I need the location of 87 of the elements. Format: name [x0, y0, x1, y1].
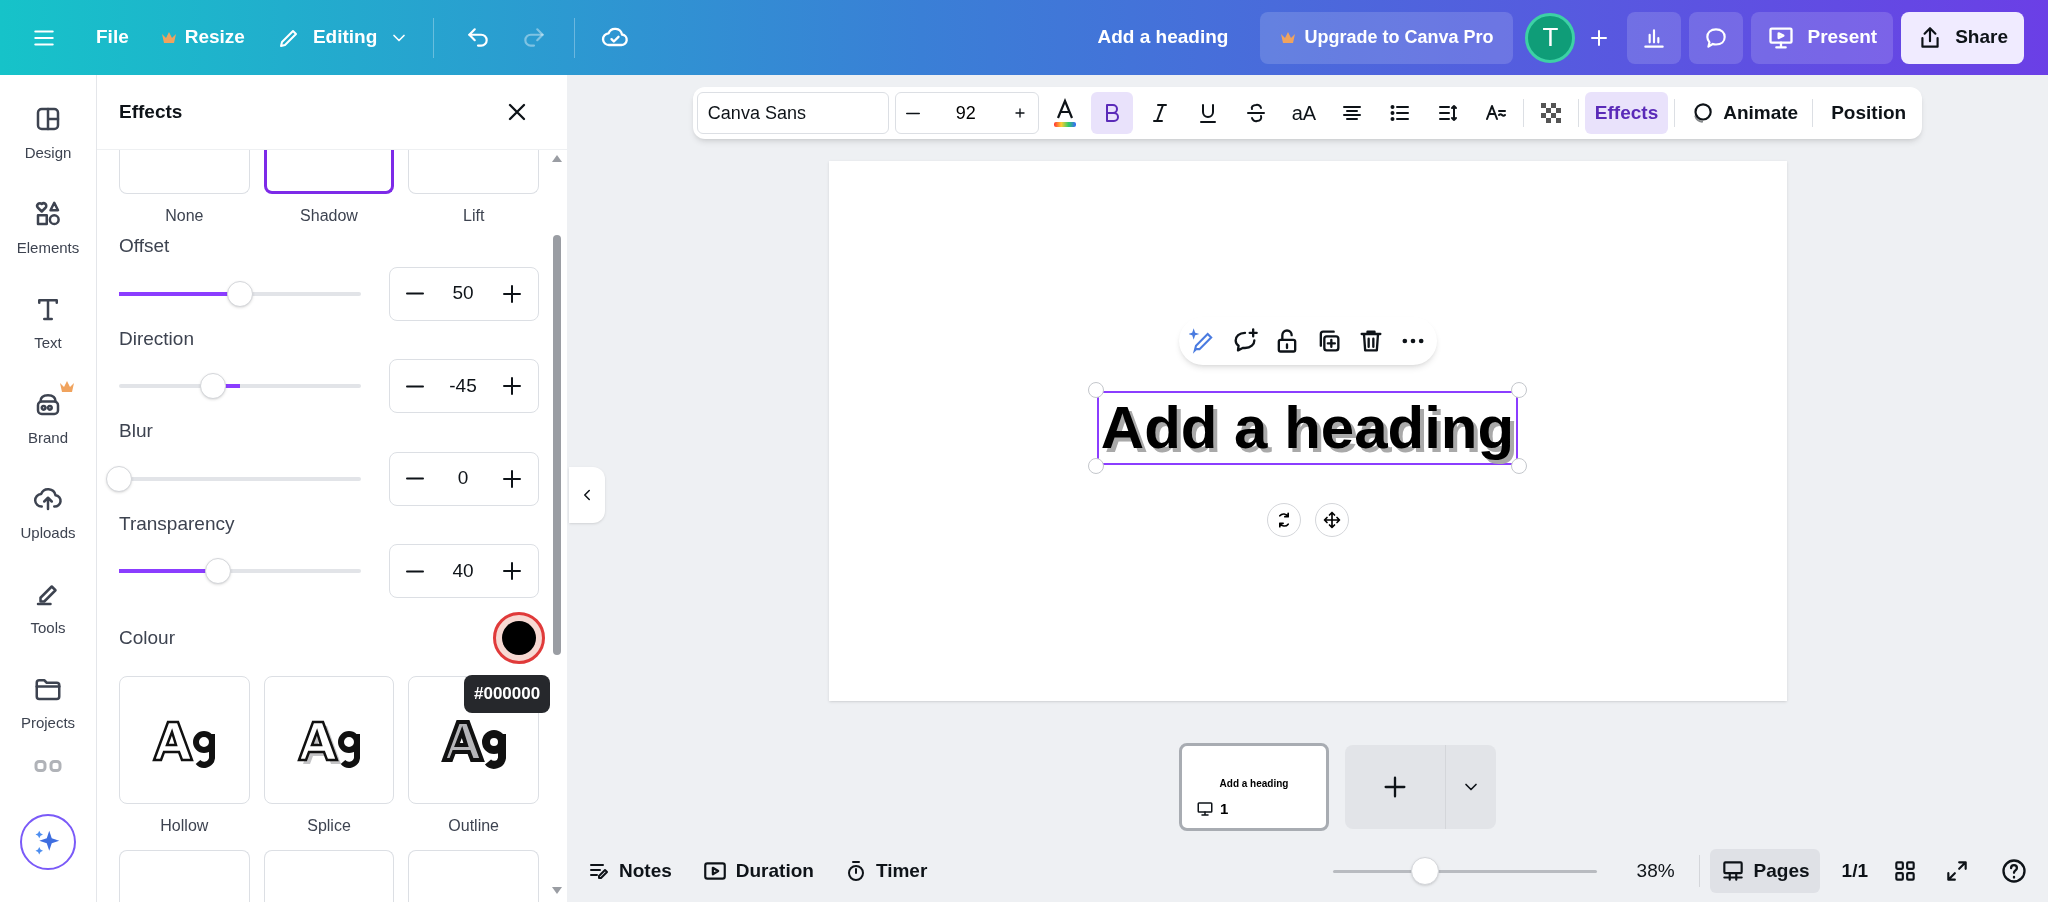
move-icon [1321, 510, 1342, 530]
resize-handle[interactable] [1087, 382, 1104, 398]
slider-label: Blur [119, 419, 153, 443]
resize-handle[interactable] [1511, 458, 1528, 474]
duration-button[interactable]: Duration [701, 856, 814, 886]
sidebar-item[interactable]: Elements [3, 182, 93, 277]
style-label: Outline [448, 816, 499, 836]
expand-icon [1944, 858, 1970, 884]
sidebar-item[interactable]: Tools [3, 562, 93, 657]
crown-icon [160, 30, 177, 45]
help-icon [2000, 857, 2028, 885]
panel-title: Effects [119, 99, 183, 124]
slider-thumb[interactable] [106, 465, 132, 492]
crown-icon [1280, 30, 1297, 45]
grid-view-button[interactable] [1892, 858, 1918, 884]
minus-icon [404, 569, 426, 573]
document-title[interactable]: Add a heading [1097, 23, 1229, 52]
minus-icon [404, 384, 426, 388]
pages-button[interactable]: Pages [1709, 849, 1820, 893]
resize-handle[interactable] [1511, 382, 1528, 398]
scroll-down-icon[interactable] [551, 886, 563, 896]
stepper-value: -45 [449, 373, 477, 398]
sidebar-item[interactable]: Design [3, 87, 93, 182]
format-button[interactable] [1090, 92, 1133, 134]
grid-icon [1892, 858, 1918, 884]
minus-icon [404, 477, 426, 480]
share-button[interactable]: Share [1901, 11, 2024, 64]
style-label: Splice [307, 816, 351, 836]
sidebar-item[interactable]: Uploads [3, 467, 93, 562]
number-stepper[interactable]: 40 [389, 544, 539, 598]
position-button[interactable]: Position [1819, 92, 1919, 134]
notes-button[interactable]: Notes [587, 856, 672, 886]
help-button[interactable] [2000, 857, 2028, 885]
slider-thumb[interactable] [227, 280, 253, 307]
minus-icon [905, 111, 920, 115]
slider-thumb[interactable] [200, 373, 227, 399]
slider-label: Direction [119, 326, 194, 351]
comment-button[interactable] [1689, 11, 1744, 64]
stepper-value: 0 [457, 466, 469, 491]
slider-label: Transparency [119, 511, 235, 536]
stepper-value: 40 [452, 558, 474, 583]
page-thumbnail[interactable]: Add a heading 1 [1179, 743, 1329, 831]
plus-icon [500, 559, 524, 583]
sidebar-item[interactable]: Projects [3, 657, 93, 752]
minus-icon [404, 292, 426, 295]
colour-tooltip: #000000 [464, 675, 551, 713]
magic-button[interactable] [20, 814, 76, 870]
fullscreen-button[interactable] [1944, 858, 1970, 884]
zoom-slider-thumb[interactable] [1410, 856, 1439, 885]
present-button[interactable]: Present [1751, 11, 1894, 64]
slider-label: Offset [119, 234, 170, 258]
timer-button[interactable]: Timer [843, 856, 928, 886]
stepper-value: 50 [452, 281, 474, 306]
number-stepper[interactable]: 0 [389, 451, 539, 506]
move-handle[interactable] [1314, 503, 1349, 537]
effect-style-card[interactable] [263, 150, 395, 194]
font-size-value: 92 [955, 101, 976, 125]
page-number: 1 [1220, 798, 1229, 819]
effects-button[interactable]: Effects [1584, 92, 1669, 134]
number-stepper[interactable]: -45 [389, 359, 539, 413]
slider-thumb[interactable] [205, 558, 232, 584]
colour-swatch[interactable] [493, 612, 545, 664]
style-label: None [165, 206, 204, 226]
scrollbar-thumb[interactable] [553, 235, 561, 655]
font-size-stepper[interactable]: 92 [894, 92, 1039, 134]
thumbnail-heading: Add a heading [1218, 777, 1290, 791]
style-label: Hollow [160, 816, 209, 836]
animate-button[interactable]: Animate [1681, 92, 1807, 134]
scroll-up-icon[interactable] [551, 153, 563, 163]
page-count: 1/1 [1841, 858, 1868, 883]
style-label: Shadow [300, 206, 358, 226]
font-field[interactable]: Canva Sans [696, 92, 889, 134]
zoom-percentage[interactable]: 38% [1636, 856, 1675, 886]
plus-icon [500, 374, 524, 398]
rotate-handle[interactable] [1266, 503, 1301, 537]
resize-handle[interactable] [1087, 458, 1104, 474]
apps-icon[interactable] [34, 760, 62, 772]
presentation-icon [1196, 799, 1214, 818]
checkerboard-icon [1538, 101, 1563, 125]
sidebar-item[interactable]: Brand [3, 372, 93, 467]
sidebar-item[interactable]: Text [3, 277, 93, 372]
number-stepper[interactable]: 50 [389, 266, 539, 321]
colour-label: Colour [119, 625, 175, 650]
insights-button[interactable] [1627, 11, 1682, 64]
upgrade-button[interactable]: Upgrade to Canva Pro [1260, 11, 1514, 64]
style-label: Lift [463, 206, 485, 226]
letter-case-button[interactable]: aA [1282, 92, 1325, 134]
